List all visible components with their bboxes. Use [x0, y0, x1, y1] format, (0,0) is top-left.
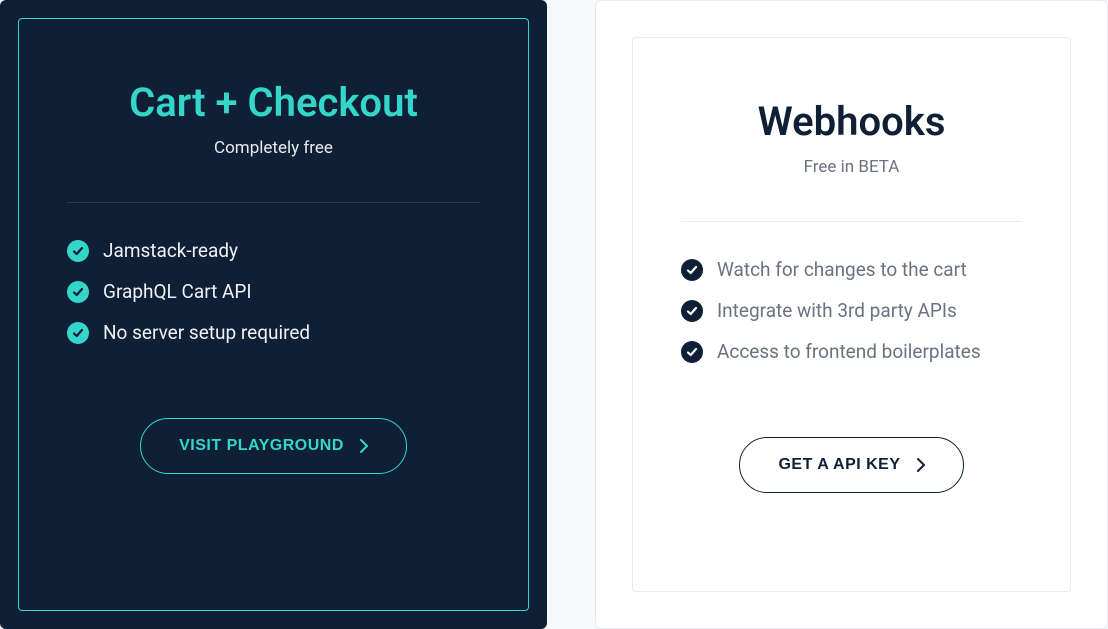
feature-label: Jamstack-ready — [103, 239, 238, 262]
card-title: Cart + Checkout — [129, 79, 418, 126]
feature-label: Access to frontend boilerplates — [717, 340, 981, 363]
pricing-card-inner: Cart + Checkout Completely free Jamstack… — [18, 18, 529, 611]
feature-item: No server setup required — [67, 321, 480, 344]
cta-label: GET A API KEY — [778, 456, 900, 474]
check-icon — [681, 300, 703, 322]
feature-list: Watch for changes to the cart Integrate … — [681, 258, 1022, 381]
pricing-card-inner: Webhooks Free in BETA Watch for changes … — [632, 37, 1071, 592]
card-subtitle: Completely free — [214, 138, 333, 158]
check-icon — [681, 341, 703, 363]
feature-list: Jamstack-ready GraphQL Cart API No serve… — [67, 239, 480, 362]
card-subtitle: Free in BETA — [804, 157, 900, 177]
feature-item: Watch for changes to the cart — [681, 258, 1022, 281]
get-api-key-button[interactable]: GET A API KEY — [739, 437, 963, 493]
feature-item: GraphQL Cart API — [67, 280, 480, 303]
feature-item: Integrate with 3rd party APIs — [681, 299, 1022, 322]
check-icon — [681, 259, 703, 281]
check-icon — [67, 240, 89, 262]
divider — [67, 202, 480, 203]
pricing-card-webhooks: Webhooks Free in BETA Watch for changes … — [595, 0, 1108, 629]
cta-label: VISIT PLAYGROUND — [179, 437, 344, 455]
feature-item: Access to frontend boilerplates — [681, 340, 1022, 363]
check-icon — [67, 322, 89, 344]
feature-label: Watch for changes to the cart — [717, 258, 967, 281]
chevron-right-icon — [360, 439, 368, 453]
card-title: Webhooks — [758, 98, 946, 145]
check-icon — [67, 281, 89, 303]
pricing-card-cart-checkout: Cart + Checkout Completely free Jamstack… — [0, 0, 547, 629]
feature-label: No server setup required — [103, 321, 310, 344]
visit-playground-button[interactable]: VISIT PLAYGROUND — [140, 418, 407, 474]
divider — [681, 221, 1022, 222]
feature-item: Jamstack-ready — [67, 239, 480, 262]
feature-label: Integrate with 3rd party APIs — [717, 299, 957, 322]
chevron-right-icon — [917, 458, 925, 472]
feature-label: GraphQL Cart API — [103, 280, 252, 303]
